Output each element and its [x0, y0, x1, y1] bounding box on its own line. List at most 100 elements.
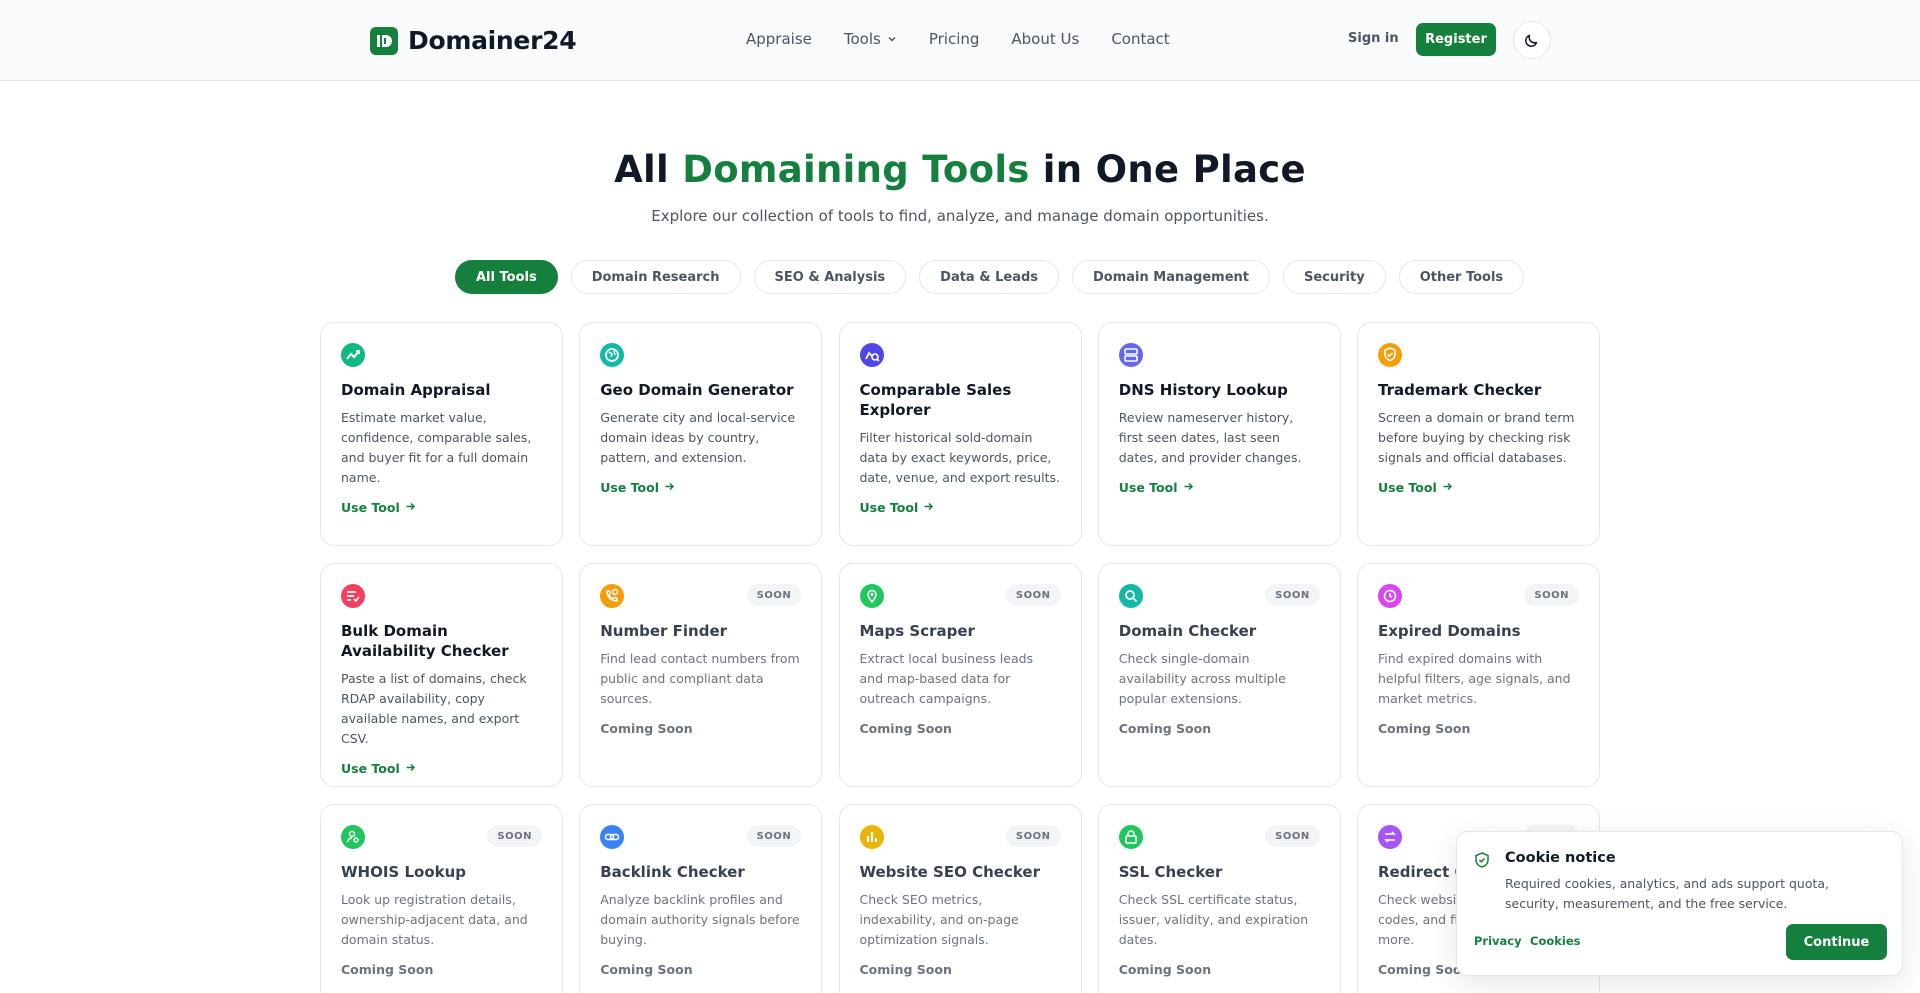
- filter-domain-research[interactable]: Domain Research: [570, 260, 741, 294]
- continue-button[interactable]: Continue: [1786, 924, 1887, 960]
- tool-card[interactable]: Geo Domain Generator Generate city and lo…: [579, 322, 823, 546]
- tool-description: Filter historical sold-domain data by ex…: [859, 430, 1061, 485]
- nav-about-us[interactable]: About Us: [1011, 30, 1079, 48]
- nav-appraise[interactable]: Appraise: [746, 30, 812, 48]
- filter-data-leads[interactable]: Data & Leads: [919, 260, 1060, 294]
- chart-search-icon: [859, 343, 884, 367]
- nav-contact[interactable]: Contact: [1111, 30, 1169, 48]
- tool-description: Check SSL certificate status, issuer, va…: [1118, 892, 1309, 947]
- tool-title: Trademark Checker: [1378, 381, 1542, 399]
- nav-label: Tools: [843, 30, 881, 48]
- tool-title: Website SEO Checker: [859, 863, 1040, 881]
- arrow-right-icon: [1442, 480, 1453, 495]
- soon-badge: SOON: [1265, 825, 1320, 847]
- tool-card[interactable]: Domain Appraisal Estimate market value, c…: [320, 322, 563, 546]
- bar-chart-icon: [859, 825, 884, 849]
- filter-seo-analysis[interactable]: SEO & Analysis: [753, 260, 907, 294]
- page-subtitle: Explore our collection of tools to find,…: [651, 207, 1269, 225]
- arrow-right-icon: [1183, 480, 1194, 495]
- tool-title: Domain Appraisal: [341, 381, 491, 399]
- use-tool-link[interactable]: Use Tool: [341, 761, 542, 776]
- link-icon: [600, 825, 625, 849]
- tool-card[interactable]: SOON WHOIS Lookup Look up registration det…: [320, 804, 563, 993]
- sign-in-link[interactable]: Sign in: [1348, 31, 1399, 46]
- trending-up-icon: [341, 343, 365, 367]
- chevron-down-icon: [888, 36, 896, 42]
- cookie-text: Required cookies, analytics, and ads sup…: [1505, 876, 1830, 911]
- use-tool-link[interactable]: Use Tool: [600, 480, 801, 495]
- privacy-link[interactable]: Privacy: [1474, 934, 1522, 948]
- cookie-title: Cookie notice: [1505, 850, 1616, 866]
- use-tool-link[interactable]: Use Tool: [1119, 480, 1320, 495]
- logo-icon: [370, 26, 398, 55]
- nav-label: Pricing: [928, 30, 980, 48]
- tool-card[interactable]: SOON Maps Scraper Extract local business l…: [838, 563, 1082, 787]
- cookies-link[interactable]: Cookies: [1530, 934, 1580, 948]
- arrow-right-icon: [923, 500, 934, 515]
- tool-description: Look up registration details, ownership-…: [341, 892, 528, 947]
- lock-icon: [1118, 825, 1143, 849]
- tool-description: Find expired domains with helpful filter…: [1378, 651, 1571, 706]
- map-pin-icon: [859, 584, 884, 608]
- phone-search-icon: [600, 584, 625, 608]
- nav-tools[interactable]: Tools: [844, 30, 897, 48]
- theme-toggle-button[interactable]: [1513, 21, 1551, 59]
- tool-title: Number Finder: [600, 622, 728, 640]
- tool-description: Find lead contact numbers from public an…: [600, 651, 800, 706]
- tool-title: SSL Checker: [1118, 863, 1223, 881]
- filter-other-tools[interactable]: Other Tools: [1398, 260, 1525, 294]
- shield-icon: [1473, 851, 1491, 873]
- logo[interactable]: Domainer24: [370, 26, 577, 55]
- coming-soon-label: Coming Soon: [1118, 962, 1212, 977]
- nav-pricing[interactable]: Pricing: [929, 30, 980, 48]
- brand-name: Domainer24: [408, 26, 577, 55]
- tool-title: Expired Domains: [1378, 622, 1521, 640]
- use-tool-label: Use Tool: [1118, 480, 1178, 495]
- user-search-icon: [341, 825, 365, 849]
- tool-description: Check SEO metrics, indexability, and on-…: [859, 892, 1019, 947]
- soon-badge: SOON: [1524, 584, 1579, 606]
- nav-label: Contact: [1111, 30, 1170, 48]
- use-tool-label: Use Tool: [341, 500, 400, 515]
- list-check-icon: [341, 584, 365, 608]
- soon-badge: SOON: [1265, 584, 1320, 606]
- soon-badge: SOON: [746, 825, 802, 847]
- tool-description: Review nameserver history, first seen da…: [1118, 410, 1302, 465]
- filter-domain-management[interactable]: Domain Management: [1072, 260, 1270, 294]
- title-part: All: [614, 148, 683, 191]
- title-accent: Domaining Tools: [682, 148, 1030, 191]
- tool-card[interactable]: SOON Expired Domains Find expired domains …: [1357, 563, 1600, 787]
- tool-description: Check single-domain availability across …: [1118, 651, 1286, 706]
- tool-card[interactable]: SOON SSL Checker Check SSL certificate sta…: [1097, 804, 1341, 993]
- use-tool-link[interactable]: Use Tool: [860, 500, 1061, 515]
- tool-title: Backlink Checker: [600, 863, 745, 881]
- filter-security[interactable]: Security: [1282, 260, 1386, 294]
- use-tool-link[interactable]: Use Tool: [1378, 480, 1579, 495]
- tool-card[interactable]: SOON Backlink Checker Analyze backlink pro…: [579, 804, 823, 993]
- tool-card[interactable]: Bulk Domain Availability Checker Paste a …: [320, 563, 563, 787]
- tool-title: Comparable Sales Explorer: [859, 381, 1012, 419]
- coming-soon-label: Coming Soon: [600, 962, 693, 977]
- tool-card[interactable]: Trademark Checker Screen a domain or bran…: [1357, 322, 1600, 546]
- soon-badge: SOON: [746, 584, 802, 606]
- tool-card[interactable]: Comparable Sales Explorer Filter historic…: [838, 322, 1082, 546]
- tool-card[interactable]: SOON Number Finder Find lead contact numbe…: [579, 563, 823, 787]
- tool-description: Estimate market value, confidence, compa…: [341, 410, 532, 485]
- search-icon: [1118, 584, 1143, 608]
- redirect-icon: [1378, 825, 1402, 849]
- use-tool-link[interactable]: Use Tool: [341, 500, 542, 515]
- site-header: Domainer24 Appraise Tools Pricing About …: [0, 0, 1920, 81]
- soon-badge: SOON: [1005, 584, 1061, 606]
- tool-card[interactable]: DNS History Lookup Review nameserver hist…: [1097, 322, 1341, 546]
- tool-card[interactable]: SOON Domain Checker Check single-domain av…: [1097, 563, 1341, 787]
- coming-soon-label: Coming Soon: [341, 962, 434, 977]
- arrow-right-icon: [664, 480, 675, 495]
- coming-soon-label: Coming Soon: [1118, 721, 1212, 736]
- arrow-right-icon: [405, 761, 416, 776]
- tool-title: Domain Checker: [1118, 622, 1257, 640]
- register-button[interactable]: Register: [1416, 23, 1496, 56]
- tool-card[interactable]: SOON Website SEO Checker Check SEO metrics…: [838, 804, 1082, 993]
- filter-all-tools[interactable]: All Tools: [455, 260, 558, 294]
- tool-description: Paste a list of domains, check RDAP avai…: [341, 671, 527, 746]
- arrow-right-icon: [405, 500, 416, 515]
